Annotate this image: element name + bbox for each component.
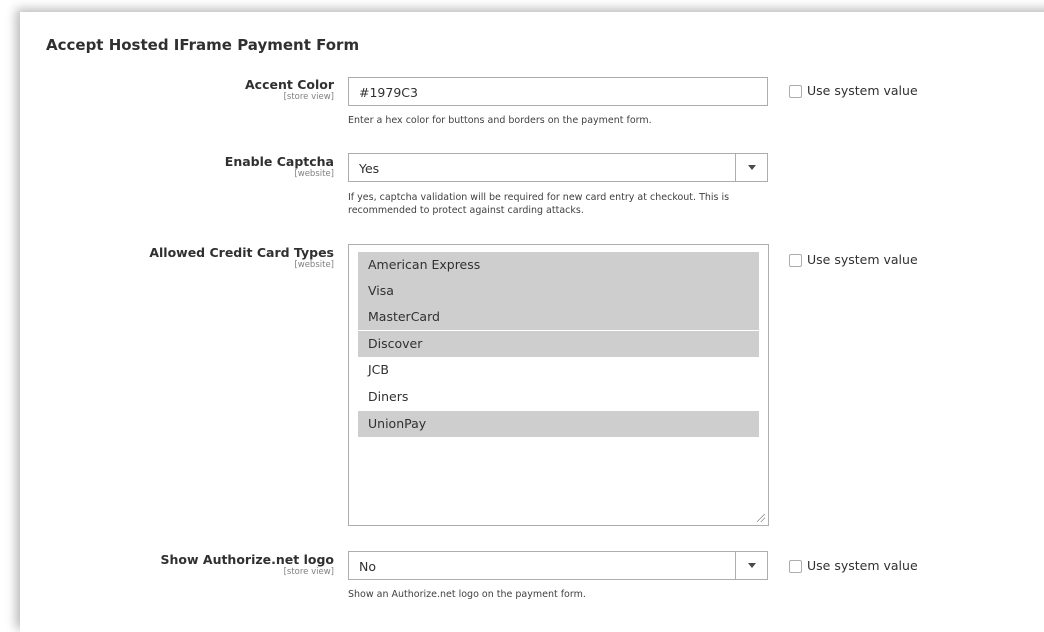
show-logo-scope: [store view] [283,567,334,577]
accent-color-system-label: Use system value [807,83,918,98]
enable-captcha-label-text: Enable Captcha [224,154,334,169]
enable-captcha-label: Enable Captcha [website] [225,154,334,180]
cc-types-multiselect[interactable]: American Express Visa MasterCard Discove… [348,244,769,526]
chevron-down-icon [748,563,756,568]
show-logo-value: No [359,559,376,574]
chevron-down-icon [748,165,756,170]
enable-captcha-note-line2: recommended to protect against carding a… [348,205,584,216]
accent-color-system-checkbox[interactable] [789,85,802,98]
show-logo-label: Show Authorize.net logo [store view] [161,552,335,578]
accent-color-label-text: Accent Color [245,77,334,92]
enable-captcha-select[interactable]: Yes [348,153,768,182]
resize-handle-icon[interactable] [757,514,765,522]
cc-types-label: Allowed Credit Card Types [website] [149,245,334,271]
cc-types-label-text: Allowed Credit Card Types [149,245,334,260]
show-logo-select[interactable]: No [348,551,768,580]
cc-types-system-label: Use system value [807,252,918,267]
enable-captcha-note: If yes, captcha validation will be requi… [348,191,788,217]
cc-option-american-express[interactable]: American Express [358,252,759,278]
cc-option-jcb[interactable]: JCB [358,357,759,383]
show-logo-system-checkbox[interactable] [789,560,802,573]
accent-color-input[interactable]: #1979C3 [348,77,768,106]
cc-option-unionpay[interactable]: UnionPay [358,411,759,437]
accent-color-label: Accent Color [store view] [245,77,334,103]
cc-option-visa[interactable]: Visa [358,278,759,304]
cc-option-mastercard[interactable]: MasterCard [358,304,759,330]
cc-types-system-checkbox[interactable] [789,254,802,267]
enable-captcha-scope: [website] [294,169,334,179]
show-logo-dropdown[interactable] [735,552,767,579]
accent-color-value: #1979C3 [359,85,418,100]
show-logo-note: Show an Authorize.net logo on the paymen… [348,589,586,600]
enable-captcha-value: Yes [359,161,380,176]
cc-types-scope: [website] [294,260,334,270]
cc-option-discover[interactable]: Discover [358,331,759,357]
show-logo-system-label: Use system value [807,558,918,573]
cc-option-diners[interactable]: Diners [358,384,759,410]
accent-color-scope: [store view] [283,92,334,102]
enable-captcha-dropdown[interactable] [735,154,767,181]
accent-color-note: Enter a hex color for buttons and border… [348,115,652,126]
section-title: Accept Hosted IFrame Payment Form [46,36,360,54]
show-logo-label-text: Show Authorize.net logo [160,552,335,567]
enable-captcha-note-line1: If yes, captcha validation will be requi… [348,192,730,203]
